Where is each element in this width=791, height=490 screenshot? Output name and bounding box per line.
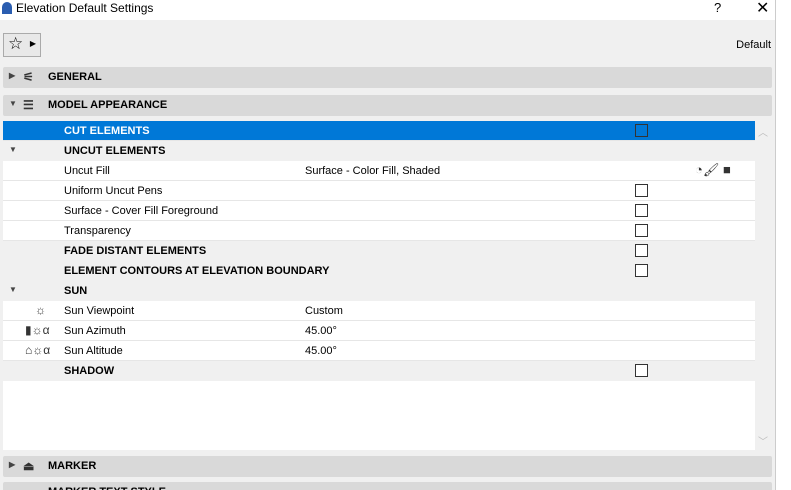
scrollbar[interactable]: ︿ ﹀ <box>755 121 771 450</box>
row-sun-viewpoint[interactable]: ☼ Sun Viewpoint Custom <box>3 301 755 321</box>
row-uniform-uncut-pens[interactable]: Uniform Uncut Pens <box>3 181 755 201</box>
window-title: Elevation Default Settings <box>16 1 154 15</box>
row-label: Sun Viewpoint <box>64 305 135 317</box>
sun-icon: ☼ <box>35 303 46 317</box>
row-label: Transparency <box>64 225 131 237</box>
row-label: Sun Altitude <box>64 345 123 357</box>
cut-elements-checkbox[interactable] <box>635 124 648 137</box>
scroll-down-icon[interactable]: ﹀ <box>755 433 771 448</box>
marker-icon: ⏏ <box>23 459 35 473</box>
panel-model-appearance[interactable]: ▼ ☰ MODEL APPEARANCE <box>3 95 772 116</box>
collapse-icon[interactable]: ▼ <box>9 285 17 294</box>
row-uncut-elements[interactable]: ▼ UNCUT ELEMENTS <box>3 141 755 161</box>
checkbox[interactable] <box>635 364 648 377</box>
model-appearance-icon: ☰ <box>23 98 34 112</box>
row-label: SUN <box>64 285 88 297</box>
dialog-window: Elevation Default Settings ? ✕ ☆ ▶ Defaul… <box>0 0 776 490</box>
checkbox[interactable] <box>635 244 648 257</box>
row-label: ELEMENT CONTOURS AT ELEVATION BOUNDARY <box>64 265 330 277</box>
settings-table: CUT ELEMENTS ▼ UNCUT ELEMENTS Uncut Fill S… <box>3 121 755 450</box>
row-label: CUT ELEMENTS <box>64 125 150 137</box>
row-cover-fill-foreground[interactable]: Surface - Cover Fill Foreground <box>3 201 755 221</box>
row-value[interactable]: 45.00° <box>305 345 337 357</box>
row-shadow[interactable]: SHADOW <box>3 361 755 381</box>
row-value[interactable]: Custom <box>305 305 343 317</box>
row-value[interactable]: 45.00° <box>305 325 337 337</box>
checkbox[interactable] <box>635 224 648 237</box>
row-label: UNCUT ELEMENTS <box>64 145 166 157</box>
row-uncut-fill[interactable]: Uncut Fill Surface - Color Fill, Shaded ◔🖌… <box>3 161 755 181</box>
row-element-contours[interactable]: ELEMENT CONTOURS AT ELEVATION BOUNDARY <box>3 261 755 281</box>
row-sun[interactable]: ▼ SUN <box>3 281 755 301</box>
title-bar: Elevation Default Settings ? ✕ <box>0 0 775 20</box>
sun-altitude-icon: ⌂☼α <box>25 343 51 357</box>
expand-icon: ▶ <box>9 71 16 80</box>
app-icon <box>2 2 12 14</box>
panel-general[interactable]: ▶ ⚟ GENERAL <box>3 67 772 88</box>
panel-marker[interactable]: ▶ ⏏ MARKER <box>3 456 772 477</box>
panel-label: MODEL APPEARANCE <box>48 99 168 111</box>
collapse-icon[interactable]: ▼ <box>9 145 17 154</box>
general-icon: ⚟ <box>23 70 34 84</box>
arrow-right-icon: ▶ <box>29 39 36 48</box>
row-label: FADE DISTANT ELEMENTS <box>64 245 207 257</box>
checkbox[interactable] <box>635 264 648 277</box>
cube-icon[interactable]: ■ <box>723 162 731 177</box>
checkbox[interactable] <box>635 204 648 217</box>
panel-label: MARKER TEXT STYLE <box>48 486 166 490</box>
panel-label: MARKER <box>48 460 97 472</box>
panel-marker-text-style[interactable]: MARKER TEXT STYLE <box>3 482 772 490</box>
row-cut-elements[interactable]: CUT ELEMENTS <box>3 121 755 141</box>
collapse-icon: ▼ <box>9 99 17 108</box>
star-icon: ☆ <box>8 34 24 53</box>
row-label: Surface - Cover Fill Foreground <box>64 205 219 217</box>
row-transparency[interactable]: Transparency <box>3 221 755 241</box>
row-label: Uncut Fill <box>64 165 110 177</box>
expand-icon: ▶ <box>9 460 16 469</box>
checkbox[interactable] <box>635 184 648 197</box>
favorites-button[interactable]: ☆ ▶ <box>3 33 41 57</box>
row-label: SHADOW <box>64 365 115 377</box>
row-sun-azimuth[interactable]: ▮☼α Sun Azimuth 45.00° <box>3 321 755 341</box>
default-label: Default <box>736 39 771 51</box>
help-button[interactable]: ? <box>714 0 721 15</box>
panel-label: GENERAL <box>48 71 102 83</box>
fill-brush-icon[interactable]: ◔🖌 ■ <box>695 162 731 178</box>
row-label: Sun Azimuth <box>64 325 126 337</box>
row-label: Uniform Uncut Pens <box>64 185 163 197</box>
sun-azimuth-icon: ▮☼α <box>25 323 50 337</box>
row-fade-distant[interactable]: FADE DISTANT ELEMENTS <box>3 241 755 261</box>
scroll-up-icon[interactable]: ︿ <box>755 124 771 139</box>
row-sun-altitude[interactable]: ⌂☼α Sun Altitude 45.00° <box>3 341 755 361</box>
row-value[interactable]: Surface - Color Fill, Shaded <box>305 165 440 177</box>
close-button[interactable]: ✕ <box>756 0 769 18</box>
